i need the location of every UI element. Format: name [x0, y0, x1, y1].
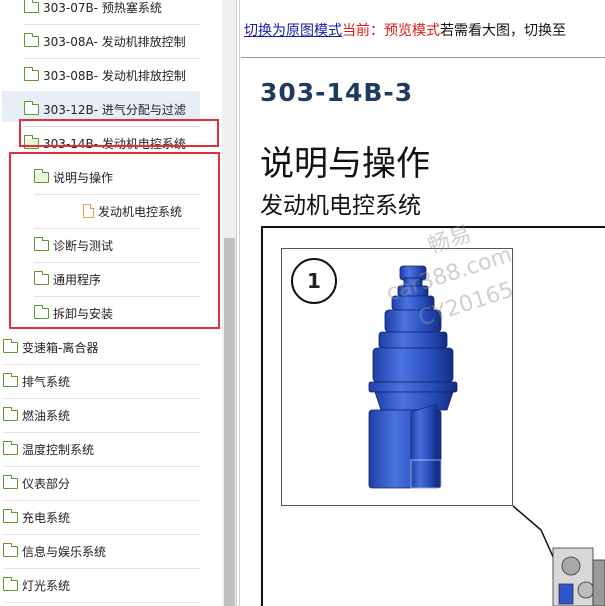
document-viewer: 切换为原图模式当前：预览模式若需看大图，切换至 303-14B-3 说明与操作 … [241, 0, 605, 606]
tree-item-label: 303-08B- 发动机排放控制 [43, 68, 186, 83]
annotation-box-subtree [9, 152, 220, 329]
folder-icon [2, 440, 18, 455]
folder-icon [2, 406, 18, 421]
tree-item-climate-control[interactable]: 温度控制系统 [2, 432, 95, 466]
tree-item-label: 灯光系统 [22, 578, 71, 593]
tree-item-label: 信息与娱乐系统 [22, 544, 107, 559]
tree-item-label: 303-12B- 进气分配与过滤 [43, 102, 186, 117]
folder-icon [23, 0, 39, 13]
folder-icon [2, 372, 18, 387]
tree-item-label: 仪表部分 [22, 476, 71, 491]
tree-item-label: 排气系统 [22, 374, 71, 389]
tree-item-label: 燃油系统 [22, 408, 71, 423]
tree-item-label: 温度控制系统 [22, 442, 95, 457]
annotation-box-303-14b [19, 119, 219, 147]
tree-item-fuel-system[interactable]: 燃油系统 [2, 398, 71, 432]
folder-icon [23, 66, 39, 81]
folder-icon [2, 508, 18, 523]
folder-icon [23, 32, 39, 47]
tree-item-instrument-cluster[interactable]: 仪表部分 [2, 466, 71, 500]
tree-item-lighting-system[interactable]: 灯光系统 [2, 568, 71, 602]
tree-item-infotainment[interactable]: 信息与娱乐系统 [2, 534, 107, 568]
tree-item-exhaust-system[interactable]: 排气系统 [2, 364, 71, 398]
folder-icon [2, 542, 18, 557]
tree-item-label: 充电系统 [22, 510, 71, 525]
tree-item-label: 变速箱-离合器 [22, 340, 99, 355]
tree-item-303-08b[interactable]: 303-08B- 发动机排放控制 [23, 58, 186, 92]
tree-item-charging-system[interactable]: 充电系统 [2, 500, 71, 534]
tree-item-transmission-clutch[interactable]: 变速箱-离合器 [2, 330, 99, 364]
sensor-part-illustration [368, 265, 605, 606]
tree-item-303-08a[interactable]: 303-08A- 发动机排放控制 [23, 24, 186, 58]
tree-item-303-07b[interactable]: 303-07B- 预热塞系统 [23, 0, 162, 24]
panel-splitter[interactable] [236, 0, 240, 606]
folder-icon [23, 100, 39, 115]
tree-scrollbar-thumb[interactable] [224, 238, 235, 606]
divider [3, 602, 200, 603]
folder-icon [2, 338, 18, 353]
folder-icon [2, 576, 18, 591]
tree-item-label: 303-08A- 发动机排放控制 [43, 34, 186, 49]
navigation-tree: 303-07B- 预热塞系统 303-08A- 发动机排放控制 303-08B-… [0, 0, 222, 606]
folder-icon [2, 474, 18, 489]
tree-item-label: 303-07B- 预热塞系统 [43, 0, 162, 15]
